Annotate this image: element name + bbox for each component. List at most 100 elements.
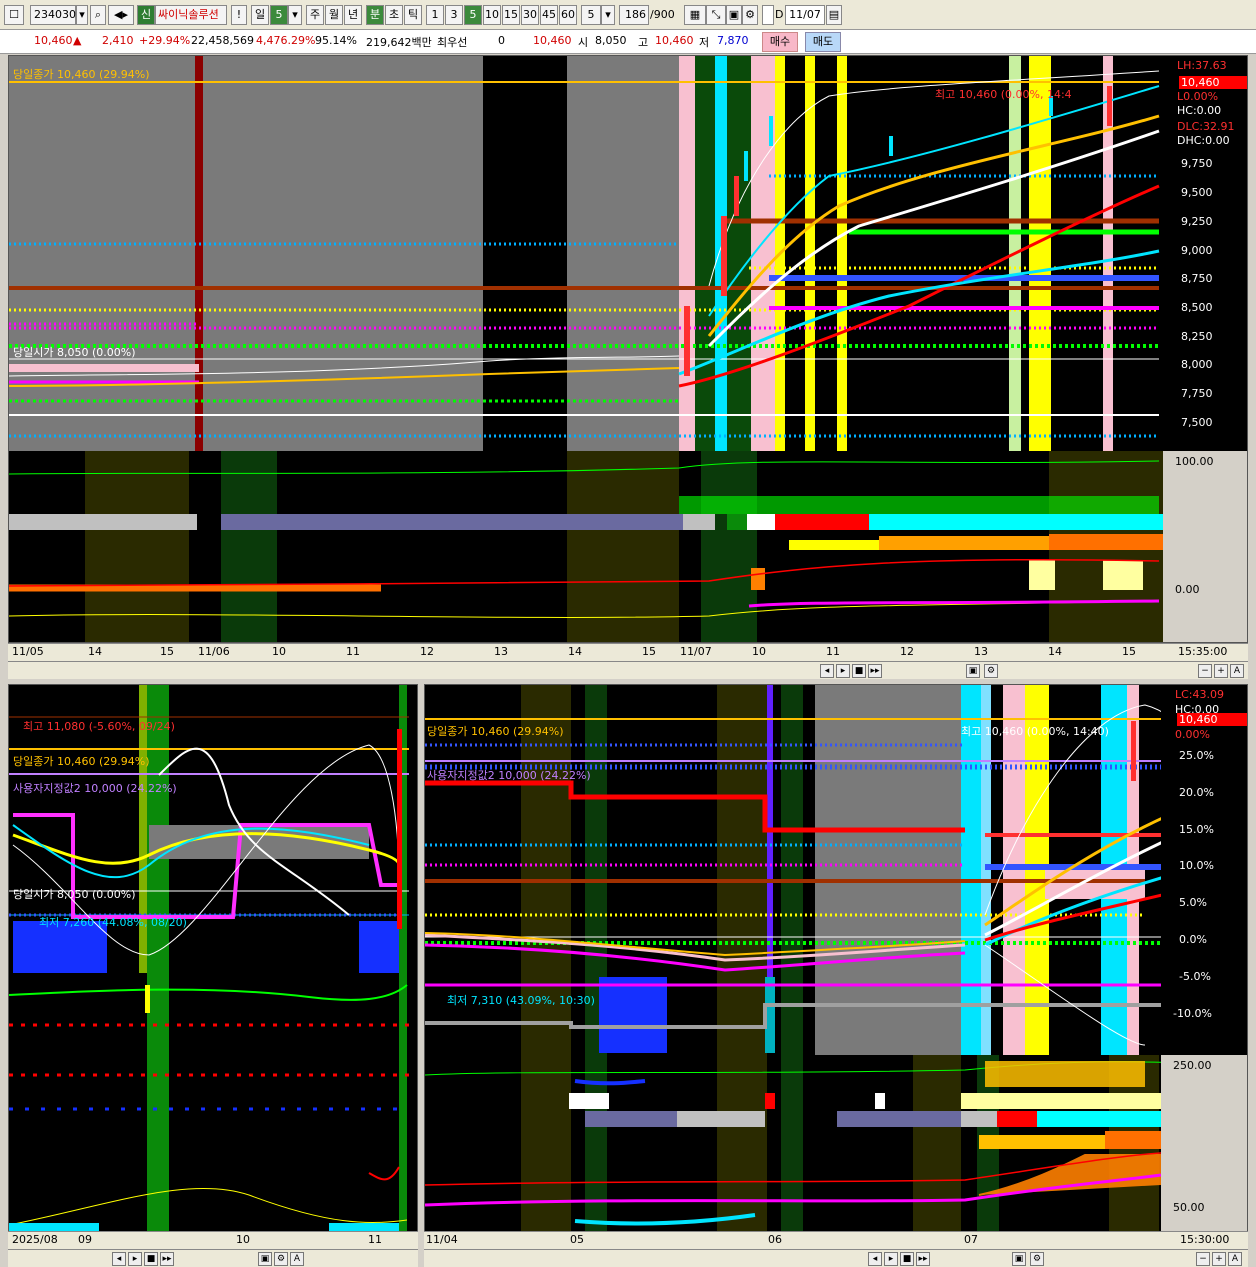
zoom-in-icon[interactable]: + bbox=[1214, 664, 1228, 678]
up-arrow-icon: ▲ bbox=[73, 34, 82, 47]
draw-tool-icon[interactable]: ⤡ bbox=[706, 5, 726, 25]
y-tick: -10.0% bbox=[1173, 1007, 1212, 1020]
top-x-axis: 11/05 14 15 11/06 10 11 12 13 14 15 11/0… bbox=[8, 643, 1248, 661]
volume: 22,458,569 bbox=[191, 34, 254, 47]
font-size-icon[interactable]: A bbox=[290, 1252, 304, 1266]
zoom-out-icon[interactable]: − bbox=[1198, 664, 1212, 678]
period-dropdown-icon[interactable]: ▾ bbox=[288, 5, 302, 25]
date-input[interactable]: 11/07 bbox=[785, 5, 825, 25]
zoom-in-icon[interactable]: + bbox=[1212, 1252, 1226, 1266]
settings-icon[interactable]: ⚙ bbox=[1030, 1252, 1044, 1266]
top-indicator-axis: 100.00 0.00 bbox=[1163, 451, 1247, 642]
count-input[interactable]: 186 bbox=[619, 5, 649, 25]
settings-icon[interactable]: ⚙ bbox=[742, 5, 758, 25]
stop-icon[interactable]: ■ bbox=[144, 1252, 158, 1266]
scroll-left-icon[interactable]: ◂ bbox=[868, 1252, 882, 1266]
minute-tab[interactable]: 분 bbox=[366, 5, 384, 25]
scroll-left-icon[interactable]: ◂ bbox=[820, 664, 834, 678]
bl-low-label: 최저 7,260 (44.08%, 08/20) bbox=[39, 916, 187, 929]
fast-forward-icon[interactable]: ▸▸ bbox=[916, 1252, 930, 1266]
interval-15[interactable]: 15 bbox=[502, 5, 520, 25]
date-checkbox[interactable] bbox=[762, 5, 774, 25]
br-close-label: 당일종가 10,460 (29.94%) bbox=[427, 725, 564, 738]
x-tick: 15 bbox=[642, 645, 656, 658]
count-dropdown-icon[interactable]: ▾ bbox=[601, 5, 615, 25]
sell-button[interactable]: 매도 bbox=[805, 32, 841, 52]
search-icon[interactable]: ⌕ bbox=[90, 5, 106, 25]
top-scroll-bar[interactable]: ◂ ▸ ■ ▸▸ ▣ ⚙ − + A bbox=[8, 661, 1248, 679]
scroll-right-icon[interactable]: ▸ bbox=[836, 664, 850, 678]
prev-next-icon[interactable]: ◀▸ bbox=[108, 5, 134, 25]
zoom-icon[interactable]: ▣ bbox=[258, 1252, 272, 1266]
fast-forward-icon[interactable]: ▸▸ bbox=[160, 1252, 174, 1266]
year-tab[interactable]: 년 bbox=[344, 5, 362, 25]
bottom-right-chart-pane[interactable]: 당일종가 10,460 (29.94%) 사용자지정값2 10,000 (24.… bbox=[424, 684, 1248, 1232]
zoom-icon[interactable]: ▣ bbox=[966, 664, 980, 678]
font-size-icon[interactable]: A bbox=[1230, 664, 1244, 678]
bl-scroll-bar[interactable]: ◂ ▸ ■ ▸▸ ▣ ⚙ A bbox=[8, 1249, 418, 1267]
bottom-left-chart-pane[interactable]: 최고 11,080 (-5.60%, 09/24) 당일종가 10,460 (2… bbox=[8, 684, 418, 1232]
x-tick: 11/05 bbox=[12, 645, 44, 658]
hc-label: HC:0.00 bbox=[1177, 104, 1222, 117]
high-price: 10,460 bbox=[655, 34, 694, 47]
tick-tab[interactable]: 틱 bbox=[404, 5, 422, 25]
x-tick: 13 bbox=[494, 645, 508, 658]
settings-icon[interactable]: ⚙ bbox=[274, 1252, 288, 1266]
y-tick: 8,250 bbox=[1181, 330, 1213, 343]
y-tick: 0.0% bbox=[1179, 933, 1207, 946]
low-label: 저 bbox=[699, 36, 710, 49]
y-tick: 15.0% bbox=[1179, 823, 1214, 836]
second-tab[interactable]: 초 bbox=[385, 5, 403, 25]
scroll-right-icon[interactable]: ▸ bbox=[884, 1252, 898, 1266]
zoom-icon[interactable]: ▣ bbox=[1012, 1252, 1026, 1266]
y-tick: 8,000 bbox=[1181, 358, 1213, 371]
x-tick: 2025/08 bbox=[12, 1233, 58, 1246]
open-label: 시 bbox=[578, 36, 589, 49]
code-dropdown-icon[interactable]: ▾ bbox=[76, 5, 88, 25]
week-tab[interactable]: 주 bbox=[306, 5, 324, 25]
y-tick: 10.0% bbox=[1179, 859, 1214, 872]
interval-60[interactable]: 60 bbox=[559, 5, 577, 25]
x-tick: 14 bbox=[1048, 645, 1062, 658]
x-tick: 11 bbox=[826, 645, 840, 658]
y-tick: 25.0% bbox=[1179, 749, 1214, 762]
quote-bar: 10,460 ▲ 2,410 +29.94% 22,458,569 4,476.… bbox=[0, 30, 1256, 54]
interval-10[interactable]: 10 bbox=[483, 5, 501, 25]
stop-icon[interactable]: ■ bbox=[852, 664, 866, 678]
save-icon[interactable]: ▣ bbox=[726, 5, 742, 25]
interval-30[interactable]: 30 bbox=[521, 5, 539, 25]
current-price: 10,460 bbox=[34, 34, 73, 47]
new-badge: 신 bbox=[137, 5, 155, 25]
interval-3[interactable]: 3 bbox=[445, 5, 463, 25]
zoom-out-icon[interactable]: − bbox=[1196, 1252, 1210, 1266]
rate: 95.14% bbox=[315, 34, 357, 47]
code-input[interactable]: 234030 bbox=[30, 5, 76, 25]
count-max: /900 bbox=[650, 8, 675, 21]
period-n-tab[interactable]: 5 bbox=[270, 5, 288, 25]
stop-icon[interactable]: ■ bbox=[900, 1252, 914, 1266]
menu-icon[interactable]: ☐ bbox=[4, 5, 24, 25]
stock-name[interactable]: 싸이닉솔루션 bbox=[155, 5, 227, 25]
calendar-icon[interactable]: ▤ bbox=[826, 5, 842, 25]
interval-5[interactable]: 5 bbox=[464, 5, 482, 25]
x-tick: 11/06 bbox=[198, 645, 230, 658]
buy-button[interactable]: 매수 bbox=[762, 32, 798, 52]
bl-x-axis: 2025/08 09 10 11 bbox=[8, 1231, 418, 1249]
y-tick: 9,500 bbox=[1181, 186, 1213, 199]
interval-1[interactable]: 1 bbox=[426, 5, 444, 25]
month-tab[interactable]: 월 bbox=[325, 5, 343, 25]
interval-45[interactable]: 45 bbox=[540, 5, 558, 25]
fast-forward-icon[interactable]: ▸▸ bbox=[868, 664, 882, 678]
top-chart-pane[interactable]: 당일종가 10,460 (29.94%) 당일시가 8,050 (0.00%) … bbox=[8, 55, 1248, 643]
count-select[interactable]: 5 bbox=[581, 5, 601, 25]
alert-button[interactable]: ! bbox=[231, 5, 247, 25]
grid-icon[interactable]: ▦ bbox=[684, 5, 706, 25]
font-size-icon[interactable]: A bbox=[1228, 1252, 1242, 1266]
settings-icon[interactable]: ⚙ bbox=[984, 664, 998, 678]
y-tick: 9,750 bbox=[1181, 157, 1213, 170]
br-scroll-bar[interactable]: ◂ ▸ ■ ▸▸ ▣ ⚙ − + A bbox=[424, 1249, 1248, 1267]
x-tick: 14 bbox=[568, 645, 582, 658]
scroll-left-icon[interactable]: ◂ bbox=[112, 1252, 126, 1266]
scroll-right-icon[interactable]: ▸ bbox=[128, 1252, 142, 1266]
period-day-tab[interactable]: 일 bbox=[251, 5, 269, 25]
